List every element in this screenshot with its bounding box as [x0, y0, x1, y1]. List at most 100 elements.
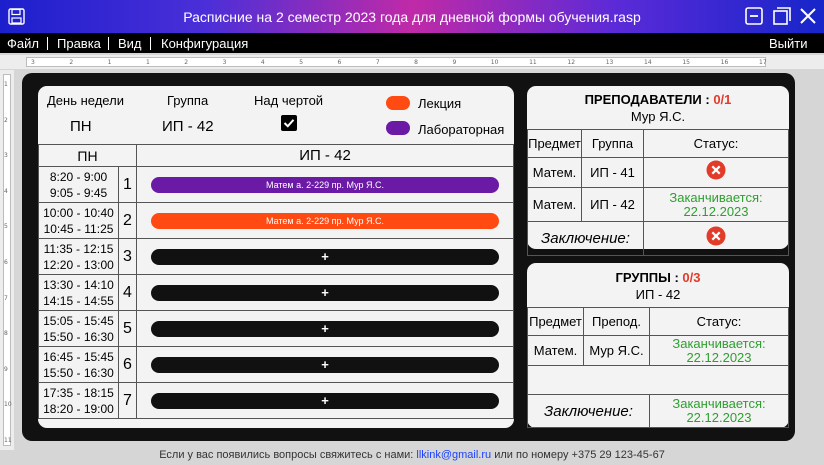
add-lesson-button[interactable]: + [151, 356, 499, 373]
error-x-icon [706, 160, 726, 180]
ruler-tick: 5 [299, 59, 304, 66]
lesson-cell: + [136, 274, 514, 311]
ruler-tick: 9 [4, 365, 8, 373]
menu-edit[interactable]: Правка [57, 36, 101, 51]
group-value[interactable]: ИП - 42 [162, 118, 214, 135]
teachers-conclusion-label: Заключение: [527, 221, 644, 256]
vertical-ruler[interactable]: 1 2 3 4 5 6 7 8 9 10 11 [0, 70, 14, 450]
ruler-tick: 6 [337, 59, 342, 66]
menu-config[interactable]: Конфигурация [161, 36, 248, 51]
teachers-title: ПРЕПОДАВАТЕЛИ : 0/1 [527, 92, 789, 107]
legend-lecture-label: Лекция [418, 96, 462, 111]
schedule-row: 13:30 - 14:10 14:15 - 14:55 4 + [38, 274, 514, 311]
time-start: 8:20 - 9:00 [49, 169, 108, 184]
time-cell: 16:45 - 15:45 15:50 - 16:30 [38, 346, 119, 383]
menu-view[interactable]: Вид [118, 36, 142, 51]
menu-separator [108, 37, 109, 50]
add-lesson-button[interactable]: + [151, 284, 499, 301]
schedule-row: 10:00 - 10:40 10:45 - 11:25 2 Матем а. 2-22… [38, 202, 514, 239]
ruler-tick: 4 [260, 59, 265, 66]
window-title: Расписние на 2 семестр 2023 года для дне… [183, 9, 641, 25]
schedule-row: 8:20 - 9:00 9:05 - 9:45 1 Матем а. 2-229 пр… [38, 166, 514, 203]
ruler-tick: 8 [414, 59, 418, 66]
time-start: 17:35 - 18:15 [43, 385, 114, 400]
menu-bar: Файл Правка Вид Конфигурация Выйти [0, 33, 824, 53]
time-end: 9:05 - 9:45 [49, 185, 108, 200]
lesson-number: 2 [118, 202, 137, 239]
groups-col-teacher: Препод. [583, 307, 650, 336]
lesson-pill[interactable]: Матем а. 2-229 пр. Мур Я.С. [151, 176, 499, 193]
ruler-tick: 11 [4, 437, 12, 444]
table-row[interactable]: Матем. ИП - 42 Заканчивается: 22.12.2023 [527, 187, 789, 222]
groups-count: 0/3 [682, 270, 701, 285]
legend-lab-label: Лабораторная [418, 122, 505, 137]
ruler-tick: 2 [184, 59, 189, 66]
subject-cell: Матем. [527, 335, 584, 366]
time-start: 11:35 - 12:15 [43, 241, 114, 256]
time-cell: 15:05 - 15:45 15:50 - 16:30 [38, 310, 119, 347]
minimize-icon[interactable] [744, 6, 764, 26]
ruler-tick: 7 [4, 294, 8, 302]
teachers-table: Предмет Группа Статус: Матем. ИП - 41 Ма… [527, 129, 789, 256]
maximize-icon[interactable] [772, 6, 792, 26]
group-name: ИП - 42 [635, 287, 681, 302]
groups-conclusion-status: Заканчивается: 22.12.2023 [649, 394, 789, 428]
lesson-cell: + [136, 310, 514, 347]
lesson-cell: + [136, 382, 514, 419]
time-end: 12:20 - 13:00 [43, 257, 114, 272]
col-group-header: ИП - 42 [136, 144, 514, 167]
menu-separator [47, 37, 48, 50]
time-end: 15:50 - 16:30 [43, 365, 114, 380]
ruler-tick: 10 [490, 59, 499, 66]
time-start: 15:05 - 15:45 [43, 313, 114, 328]
lesson-number: 3 [118, 238, 137, 275]
teachers-header-row: Предмет Группа Статус: [527, 129, 789, 158]
teachers-conclusion-row: Заключение: [527, 221, 789, 256]
footer-email-link[interactable]: llkink@gmail.ru [416, 449, 491, 461]
ruler-tick: 4 [4, 187, 8, 195]
lesson-number: 5 [118, 310, 137, 347]
horizontal-ruler[interactable]: 3 2 1 1 2 3 4 5 6 7 8 9 10 11 12 13 14 15 16 17 [0, 55, 824, 69]
ruler-tick: 11 [529, 59, 537, 66]
ruler-tick: 5 [4, 223, 8, 231]
lesson-cell: Матем а. 2-229 пр. Мур Я.С. [136, 202, 514, 239]
ruler-tick: 1 [107, 59, 112, 66]
teachers-count: 0/1 [713, 92, 732, 107]
lesson-number: 4 [118, 274, 137, 311]
groups-empty-row [527, 365, 789, 395]
lesson-number: 1 [118, 166, 137, 203]
lesson-cell: + [136, 346, 514, 383]
group-label: Группа [167, 93, 209, 108]
above-line-checkbox[interactable] [281, 115, 297, 131]
ruler-tick: 2 [69, 59, 74, 66]
groups-conclusion-row: Заключение: Заканчивается: 22.12.2023 [527, 394, 789, 428]
status-cell: Заканчивается: 22.12.2023 [649, 335, 789, 366]
schedule-header-row: ПН ИП - 42 [38, 144, 514, 167]
table-row[interactable]: Матем. Мур Я.С. Заканчивается: 22.12.202… [527, 335, 789, 366]
subject-cell: Матем. [527, 157, 582, 188]
day-value[interactable]: ПН [70, 118, 92, 135]
ruler-tick: 9 [452, 59, 457, 66]
ruler-tick: 8 [4, 330, 8, 338]
ruler-tick: 2 [4, 116, 8, 124]
lesson-pill[interactable]: Матем а. 2-229 пр. Мур Я.С. [151, 212, 499, 229]
time-end: 18:20 - 19:00 [43, 401, 114, 416]
ruler-track: 3 2 1 1 2 3 4 5 6 7 8 9 10 11 12 13 14 15 16 17 [26, 57, 767, 67]
ruler-tick: 7 [375, 59, 380, 66]
add-lesson-button[interactable]: + [151, 320, 499, 337]
footer-suffix: или по номеру +375 29 123-45-67 [494, 449, 665, 461]
close-icon[interactable] [798, 6, 818, 26]
menu-exit[interactable]: Выйти [769, 36, 808, 51]
menu-separator [150, 37, 151, 50]
time-end: 10:45 - 11:25 [43, 221, 114, 236]
teachers-conclusion-status [643, 221, 789, 256]
lesson-number: 7 [118, 382, 137, 419]
add-lesson-button[interactable]: + [151, 248, 499, 265]
teachers-col-subject: Предмет [527, 129, 582, 158]
menu-file[interactable]: Файл [7, 36, 39, 51]
teacher-name: Мур Я.С. [630, 109, 686, 124]
title-bar: Расписние на 2 семестр 2023 года для дне… [0, 0, 824, 33]
add-lesson-button[interactable]: + [151, 392, 499, 409]
ruler-tick: 17 [759, 59, 767, 66]
table-row[interactable]: Матем. ИП - 41 [527, 157, 789, 188]
